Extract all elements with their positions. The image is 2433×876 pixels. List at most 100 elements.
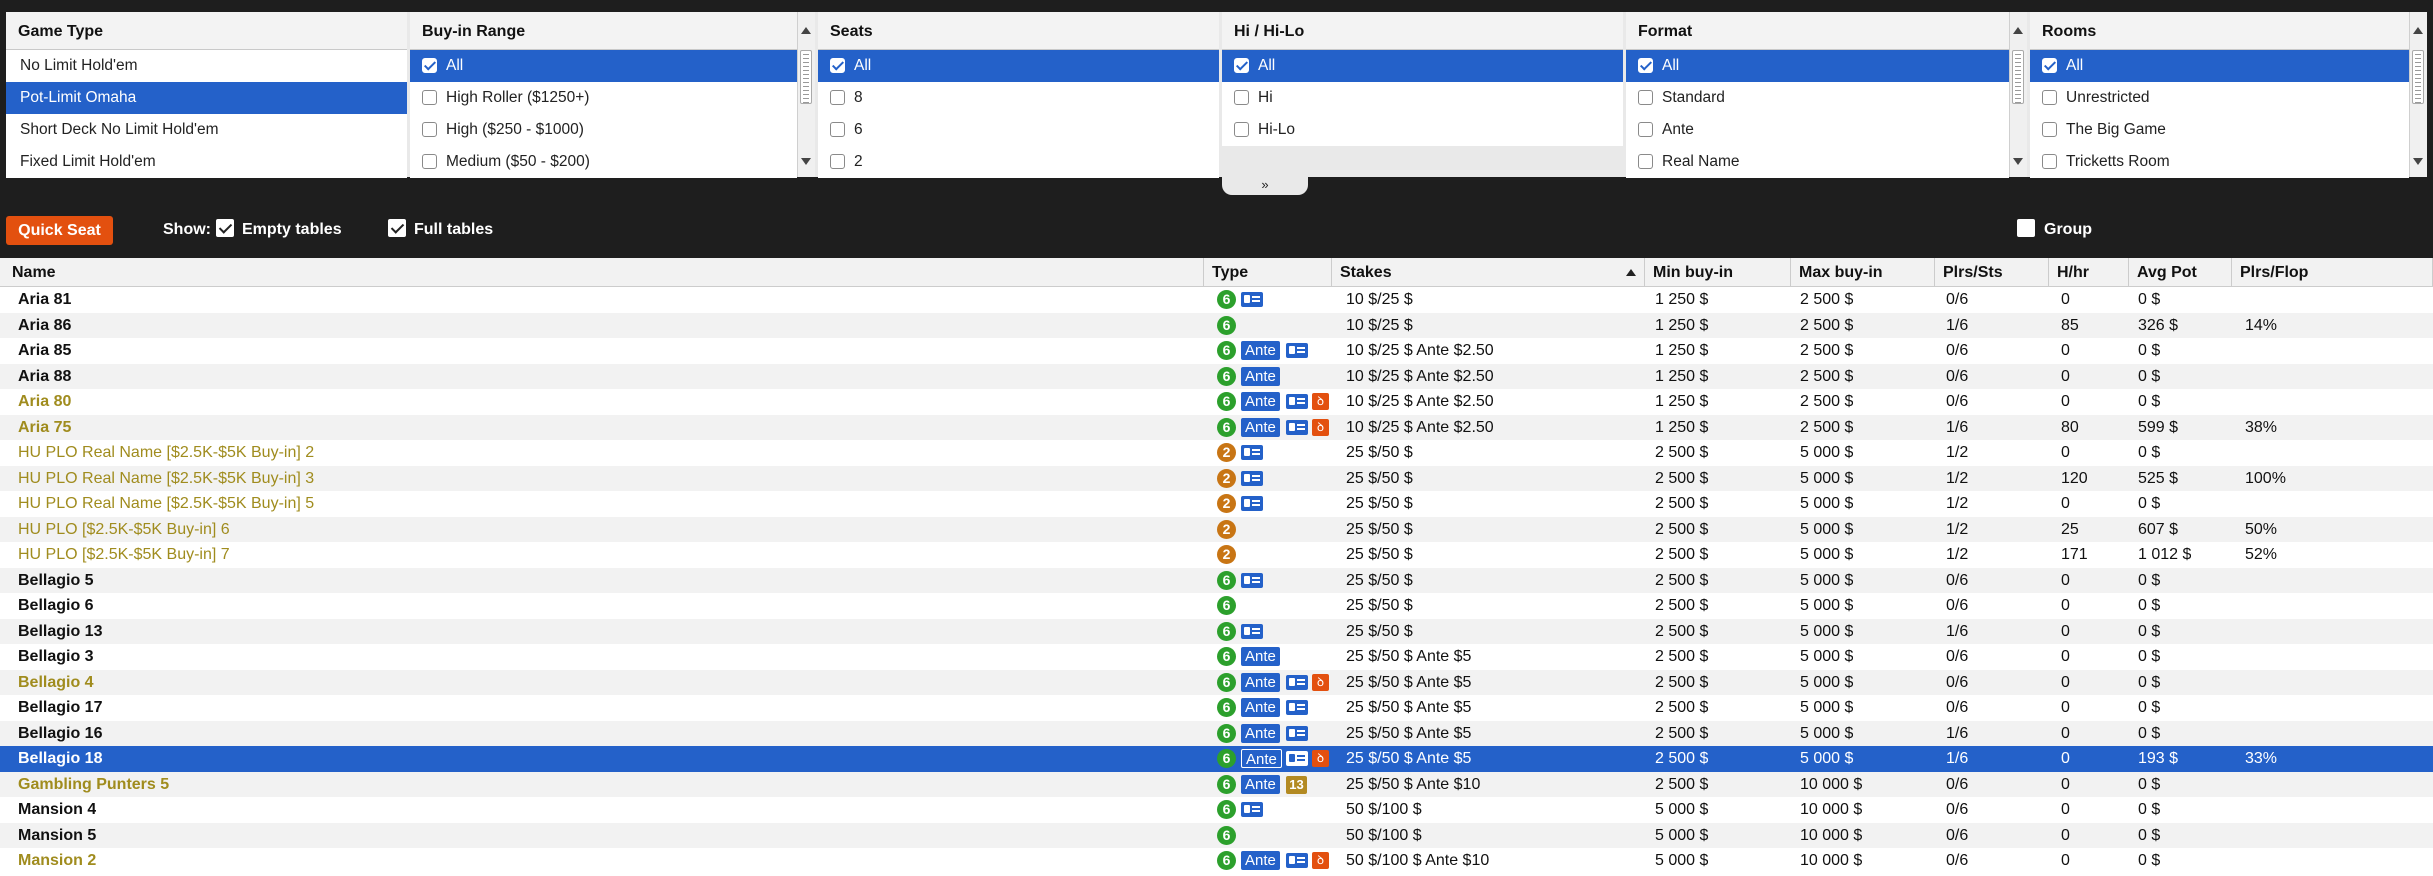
column-header[interactable]: Type: [1204, 258, 1332, 287]
filter-option[interactable]: All: [1222, 50, 1623, 82]
filter-checkbox[interactable]: [830, 154, 845, 169]
filter-checkbox[interactable]: [422, 58, 437, 73]
filter-option-label: No Limit Hold'em: [20, 57, 138, 74]
table-row[interactable]: HU PLO [$2.5K-$5K Buy-in] 6 2 25 $/50 $ 2 5…: [0, 516, 2433, 542]
filter-option[interactable]: Tricketts Room: [2030, 146, 2409, 178]
filter-option[interactable]: Pot-Limit Omaha: [6, 82, 407, 114]
filter-checkbox[interactable]: [2042, 122, 2057, 137]
filter-option[interactable]: 6: [818, 114, 1219, 146]
empty-tables-checkbox[interactable]: [216, 219, 234, 237]
filter-checkbox[interactable]: [1638, 122, 1653, 137]
filter-checkbox[interactable]: [1234, 90, 1249, 105]
column-header[interactable]: Max buy-in: [1791, 258, 1935, 287]
filter-scrollbar[interactable]: [2409, 12, 2427, 177]
table-row[interactable]: Bellagio 6 6 25 $/50 $ 2 500 $ 5 000 $ 0/6 0 0 …: [0, 593, 2433, 619]
table-row[interactable]: Bellagio 18 6 Ante ꝺ 25 $/50 $ Ante $5 2 500 …: [0, 746, 2433, 772]
scroll-up-icon[interactable]: [2413, 27, 2423, 34]
table-name: Bellagio 4: [18, 673, 94, 691]
filter-option[interactable]: All: [410, 50, 797, 82]
table-row[interactable]: Bellagio 13 6 25 $/50 $ 2 500 $ 5 000 $ 1/6 0 0…: [0, 618, 2433, 644]
table-row[interactable]: HU PLO Real Name [$2.5K-$5K Buy-in] 3 2 25…: [0, 465, 2433, 491]
real-name-icon: [1241, 802, 1263, 817]
column-header[interactable]: Min buy-in: [1645, 258, 1791, 287]
table-row[interactable]: Aria 86 6 10 $/25 $ 1 250 $ 2 500 $ 1/6 85 326 …: [0, 312, 2433, 338]
filter-option[interactable]: Fixed Limit Hold'em: [6, 146, 407, 178]
filter-option[interactable]: Real Name: [1626, 146, 2009, 178]
table-row[interactable]: Bellagio 16 6 Ante 25 $/50 $ Ante $5 2 500 $…: [0, 720, 2433, 746]
cell-min: 1 250 $: [1655, 342, 1709, 359]
filter-checkbox[interactable]: [2042, 154, 2057, 169]
table-row[interactable]: Aria 88 6 Ante 10 $/25 $ Ante $2.50 1 250 $ 2…: [0, 363, 2433, 389]
scroll-thumb[interactable]: [2012, 50, 2024, 104]
table-row[interactable]: Aria 81 6 10 $/25 $ 1 250 $ 2 500 $ 0/6 0 0 $: [0, 287, 2433, 313]
filter-checkbox[interactable]: [422, 154, 437, 169]
filter-option[interactable]: High Roller ($1250+): [410, 82, 797, 114]
column-header[interactable]: Stakes: [1332, 258, 1645, 287]
quick-seat-button[interactable]: Quick Seat: [6, 216, 113, 245]
filter-option[interactable]: Hi-Lo: [1222, 114, 1623, 146]
table-row[interactable]: Bellagio 3 6 Ante 25 $/50 $ Ante $5 2 500 $ 5…: [0, 644, 2433, 670]
scroll-down-icon[interactable]: [801, 158, 811, 165]
cell-max: 2 500 $: [1800, 291, 1854, 308]
table-row[interactable]: Aria 75 6 Ante ꝺ 10 $/25 $ Ante $2.50 1 250 $…: [0, 414, 2433, 440]
filter-checkbox[interactable]: [422, 90, 437, 105]
scroll-thumb[interactable]: [2412, 50, 2424, 104]
filter-checkbox[interactable]: [1638, 90, 1653, 105]
seats-2-icon: 2: [1217, 519, 1236, 539]
filter-scrollbar[interactable]: [797, 12, 815, 177]
filter-checkbox[interactable]: [422, 122, 437, 137]
filter-option[interactable]: Medium ($50 - $200): [410, 146, 797, 178]
scroll-up-icon[interactable]: [2013, 27, 2023, 34]
cell-hhr: 0: [2061, 648, 2070, 665]
table-row[interactable]: Bellagio 5 6 25 $/50 $ 2 500 $ 5 000 $ 0/6 0 0 …: [0, 567, 2433, 593]
seats-6-icon: 6: [1217, 774, 1236, 794]
table-row[interactable]: Aria 85 6 Ante 10 $/25 $ Ante $2.50 1 250 $ 2…: [0, 338, 2433, 364]
filter-option[interactable]: Ante: [1626, 114, 2009, 146]
table-row[interactable]: Mansion 5 6 50 $/100 $ 5 000 $ 10 000 $ 0/6 0 0…: [0, 822, 2433, 848]
table-row[interactable]: Gambling Punters 5 6 Ante 13 25 $/50 $ Ante …: [0, 771, 2433, 797]
filter-checkbox[interactable]: [830, 122, 845, 137]
group-checkbox[interactable]: [2017, 219, 2035, 237]
filter-option[interactable]: High ($250 - $1000): [410, 114, 797, 146]
filter-checkbox[interactable]: [2042, 58, 2057, 73]
filter-option[interactable]: All: [1626, 50, 2009, 82]
filter-option[interactable]: Short Deck No Limit Hold'em: [6, 114, 407, 146]
collapse-filters-button[interactable]: »: [1222, 177, 1308, 195]
filter-option[interactable]: All: [2030, 50, 2409, 82]
scroll-up-icon[interactable]: [801, 27, 811, 34]
filter-option[interactable]: No Limit Hold'em: [6, 50, 407, 82]
column-header[interactable]: Avg Pot: [2129, 258, 2232, 287]
table-row[interactable]: HU PLO [$2.5K-$5K Buy-in] 7 2 25 $/50 $ 2 5…: [0, 542, 2433, 568]
scroll-down-icon[interactable]: [2413, 158, 2423, 165]
filter-checkbox[interactable]: [2042, 90, 2057, 105]
filter-option[interactable]: 2: [818, 146, 1219, 178]
column-header[interactable]: Plrs/Flop: [2232, 258, 2433, 287]
filter-checkbox[interactable]: [1638, 154, 1653, 169]
filter-option[interactable]: All: [818, 50, 1219, 82]
table-row[interactable]: HU PLO Real Name [$2.5K-$5K Buy-in] 5 2 25…: [0, 491, 2433, 517]
table-row[interactable]: Aria 80 6 Ante ꝺ 10 $/25 $ Ante $2.50 1 250 $…: [0, 389, 2433, 415]
column-header[interactable]: H/hr: [2049, 258, 2129, 287]
filter-checkbox[interactable]: [1638, 58, 1653, 73]
table-row[interactable]: Mansion 4 6 50 $/100 $ 5 000 $ 10 000 $ 0/6 0 0…: [0, 797, 2433, 823]
full-tables-checkbox[interactable]: [388, 219, 406, 237]
column-header[interactable]: Plrs/Sts: [1935, 258, 2049, 287]
scroll-down-icon[interactable]: [2013, 158, 2023, 165]
filter-checkbox[interactable]: [1234, 58, 1249, 73]
filter-checkbox[interactable]: [1234, 122, 1249, 137]
table-row[interactable]: Mansion 2 6 Ante ꝺ 50 $/100 $ Ante $10 5 000 …: [0, 848, 2433, 874]
filter-checkbox[interactable]: [830, 90, 845, 105]
filter-option[interactable]: Hi: [1222, 82, 1623, 114]
filter-option[interactable]: Standard: [1626, 82, 2009, 114]
filter-scrollbar[interactable]: [2009, 12, 2027, 177]
filter-header-game-type: Game Type: [6, 12, 407, 50]
table-row[interactable]: HU PLO Real Name [$2.5K-$5K Buy-in] 2 2 25…: [0, 440, 2433, 466]
filter-option[interactable]: The Big Game: [2030, 114, 2409, 146]
filter-option[interactable]: 8: [818, 82, 1219, 114]
scroll-thumb[interactable]: [800, 50, 812, 104]
filter-option[interactable]: Unrestricted: [2030, 82, 2409, 114]
column-header[interactable]: Name: [0, 258, 1204, 287]
table-row[interactable]: Bellagio 17 6 Ante 25 $/50 $ Ante $5 2 500 $…: [0, 695, 2433, 721]
table-row[interactable]: Bellagio 4 6 Ante ꝺ 25 $/50 $ Ante $5 2 500 $…: [0, 669, 2433, 695]
filter-checkbox[interactable]: [830, 58, 845, 73]
